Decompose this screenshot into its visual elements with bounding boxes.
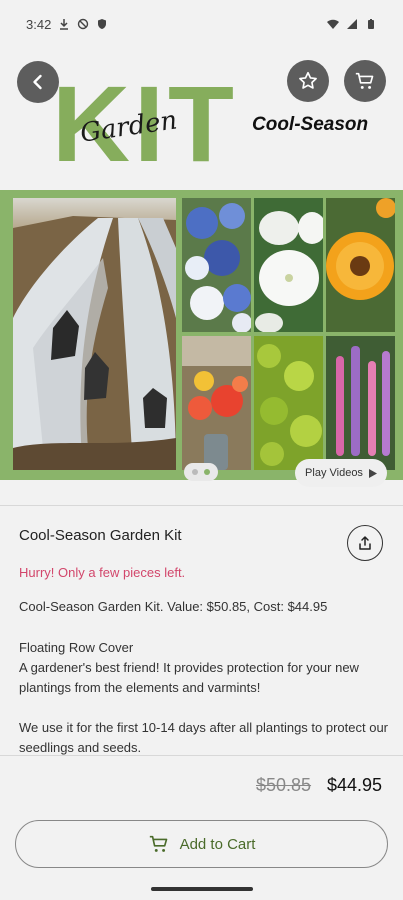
share-button[interactable] — [347, 525, 383, 561]
battery-icon — [368, 19, 374, 29]
play-videos-label: Play Videos — [305, 467, 363, 479]
signal-icon — [347, 19, 357, 29]
add-to-cart-button[interactable]: Add to Cart — [15, 820, 388, 868]
desc-heading: Floating Row Cover — [19, 640, 134, 655]
cart-icon — [149, 835, 167, 852]
sale-price: $44.95 — [327, 775, 383, 795]
arrow-left-icon — [33, 74, 42, 90]
product-summary: Cool-Season Garden Kit. Value: $50.85, C… — [19, 599, 328, 614]
share-icon — [359, 536, 371, 550]
download-icon — [60, 19, 69, 30]
status-bar: 3:42 — [0, 0, 403, 48]
star-icon — [299, 71, 317, 89]
flower-photo-nigella — [182, 198, 251, 332]
status-time: 3:42 — [26, 16, 52, 32]
pager-dot-active[interactable] — [204, 469, 210, 475]
cart-button[interactable] — [344, 60, 386, 102]
play-videos-button[interactable]: Play Videos — [295, 459, 387, 487]
wifi-icon — [327, 19, 339, 29]
add-to-cart-label: Add to Cart — [179, 835, 256, 853]
original-price: $50.85 — [256, 775, 312, 795]
pager-dot[interactable] — [192, 469, 198, 475]
shield-icon — [98, 19, 107, 29]
divider — [0, 505, 403, 506]
kit-banner: KIT Garden Cool-Season — [0, 48, 403, 190]
gallery-pager — [184, 463, 218, 481]
row-cover-photo — [13, 198, 176, 470]
product-title: Cool-Season Garden Kit — [19, 527, 182, 544]
stock-notice: Hurry! Only a few pieces left. — [19, 565, 186, 580]
home-indicator[interactable] — [151, 887, 253, 891]
flower-photo-poppies — [182, 336, 251, 470]
back-button[interactable] — [17, 61, 59, 103]
desc-body: A gardener's best friend! It provides pr… — [19, 660, 359, 695]
flower-photo-calendula — [326, 198, 395, 332]
flower-photo-greens — [254, 336, 323, 470]
flower-photo-white — [254, 198, 323, 332]
flower-photo-larkspur — [326, 336, 395, 470]
no-disturb-icon — [78, 18, 89, 30]
favorite-button[interactable] — [287, 60, 329, 102]
product-image-gallery[interactable] — [0, 190, 403, 480]
purchase-panel: $50.85 $44.95 Add to Cart — [0, 755, 403, 900]
play-icon — [368, 468, 377, 478]
cart-icon — [355, 72, 374, 89]
desc-usage: We use it for the first 10-14 days after… — [19, 720, 389, 755]
banner-season-text: Cool-Season — [252, 114, 369, 135]
